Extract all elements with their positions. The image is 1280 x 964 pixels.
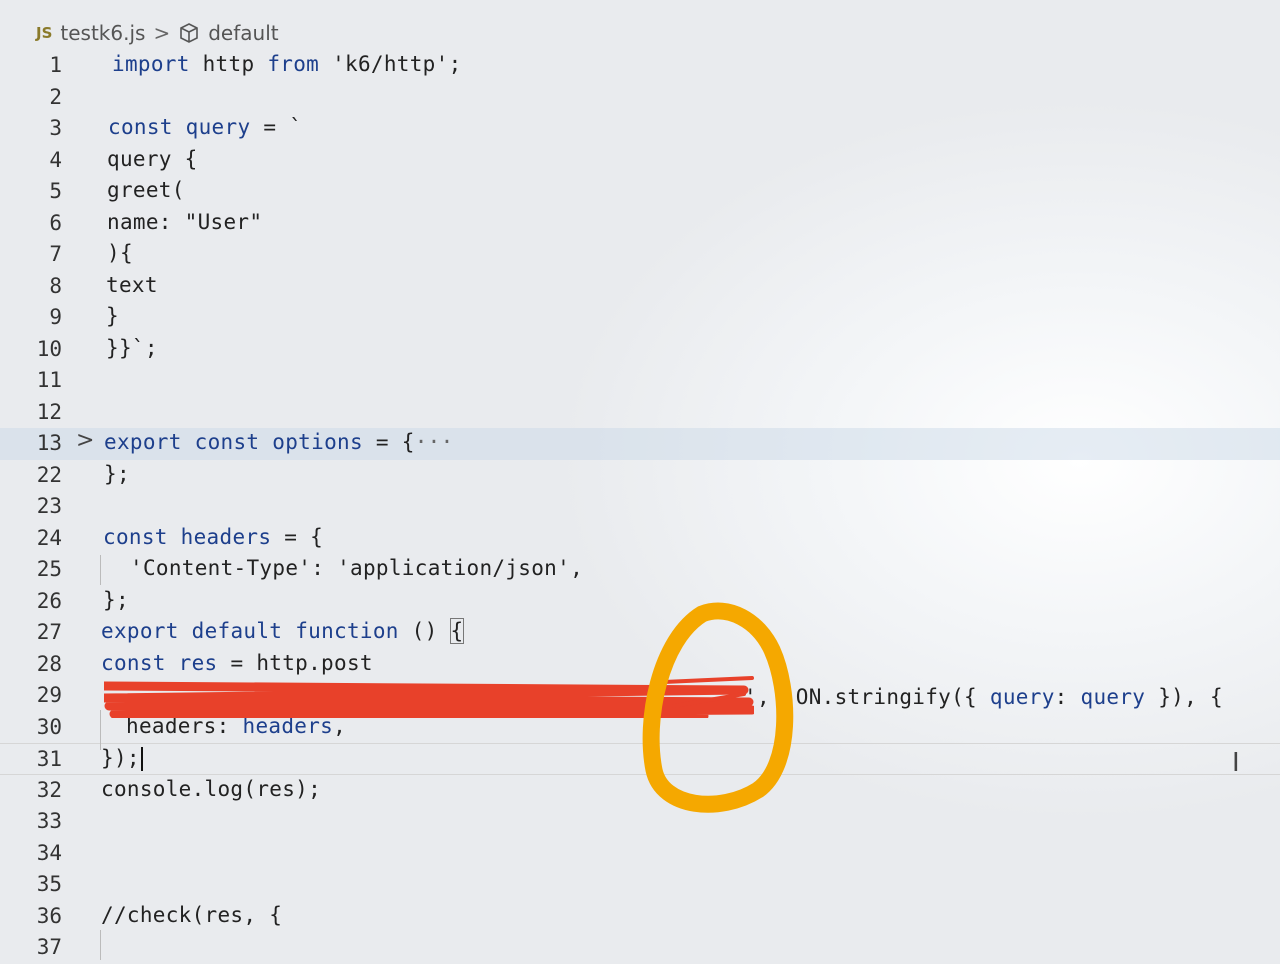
line-number: 9	[49, 305, 62, 329]
breadcrumb-file-name[interactable]: testk6.js	[60, 21, 145, 45]
line-number: 7	[49, 242, 62, 266]
breadcrumb-separator: >	[153, 21, 171, 45]
line-number: 27	[36, 620, 62, 644]
line-number: 8	[49, 273, 62, 298]
line-text: const res = http.post	[101, 650, 373, 675]
line-number: 24	[36, 525, 62, 550]
line-number: 35	[36, 872, 62, 896]
line-text: name: "User"	[107, 209, 263, 234]
code-line[interactable]: 27 export default function () {	[0, 617, 1280, 649]
line-text: });	[101, 746, 143, 771]
line-text-content: });	[101, 746, 140, 770]
line-text: const query = `	[108, 115, 303, 139]
line-text: }	[106, 304, 119, 328]
code-line[interactable]: 8 text	[0, 271, 1280, 303]
code-line[interactable]: 11	[0, 365, 1280, 397]
line-number: 37	[36, 935, 62, 959]
line-text: };	[103, 587, 129, 612]
code-line[interactable]: 7 ){	[0, 239, 1280, 271]
line-number: 12	[36, 399, 62, 424]
code-line[interactable]: 35	[0, 869, 1280, 901]
line-number: 31	[36, 747, 62, 771]
indent-guide	[100, 555, 101, 585]
line-text: console.log(res);	[101, 776, 322, 801]
line-number: 11	[36, 368, 62, 392]
line-number: 29	[36, 683, 62, 707]
cube-icon	[178, 22, 200, 44]
line-number: 22	[36, 462, 62, 487]
line-text: export const options = {···	[104, 430, 454, 454]
code-line[interactable]: 25 'Content-Type': 'application/json',	[0, 554, 1280, 586]
line-text: //check(res, {	[101, 902, 283, 927]
line-number: 10	[36, 336, 62, 361]
fold-chevron-icon[interactable]: >	[76, 428, 94, 453]
line-number: 6	[49, 210, 62, 235]
line-number: 3	[49, 116, 62, 140]
code-line[interactable]: 32 console.log(res);	[0, 775, 1280, 807]
indent-guide	[100, 930, 101, 960]
code-line[interactable]: 10 }}`;	[0, 334, 1280, 366]
code-line[interactable]: 1 import http from 'k6/http';	[0, 50, 1280, 82]
code-line[interactable]: 2	[0, 82, 1280, 114]
code-line[interactable]: 23	[0, 491, 1280, 523]
javascript-file-icon: JS	[36, 24, 53, 42]
mouse-ibeam-cursor-icon: I	[1232, 748, 1240, 778]
line-number: 13	[36, 431, 62, 455]
indent-guide	[100, 710, 101, 750]
line-number: 28	[36, 651, 62, 676]
line-text: import http from 'k6/http';	[112, 52, 462, 76]
code-line[interactable]: 22 };	[0, 460, 1280, 492]
code-line[interactable]: 6 name: "User"	[0, 208, 1280, 240]
code-line[interactable]: 24 const headers = {	[0, 523, 1280, 555]
code-line[interactable]: 3 const query = `	[0, 113, 1280, 145]
line-number: 36	[36, 903, 62, 928]
line-text: headers: headers,	[126, 713, 347, 738]
code-line-current[interactable]: 31 });	[0, 743, 1280, 775]
code-line[interactable]: 12	[0, 397, 1280, 429]
code-line[interactable]: 30 headers: headers,	[0, 712, 1280, 744]
line-text: text	[106, 272, 158, 297]
code-line[interactable]: 9 }	[0, 302, 1280, 334]
code-line[interactable]: 36 //check(res, {	[0, 901, 1280, 933]
line-number: 23	[36, 494, 62, 518]
code-line[interactable]: 33	[0, 806, 1280, 838]
line-text: };	[104, 461, 130, 486]
line-number: 33	[36, 809, 62, 833]
line-number: 26	[36, 588, 62, 613]
line-text: query {	[107, 146, 198, 171]
line-number: 1	[49, 53, 62, 77]
breadcrumb-symbol-name[interactable]: default	[208, 21, 278, 45]
code-line[interactable]: 28 const res = http.post	[0, 649, 1280, 681]
line-number: 2	[49, 84, 62, 109]
line-number: 30	[36, 714, 62, 739]
line-number: 34	[36, 840, 62, 865]
line-number: 5	[49, 179, 62, 203]
code-line[interactable]: 34	[0, 838, 1280, 870]
line-text: 'Content-Type': 'application/json',	[130, 556, 584, 580]
line-number: 25	[36, 557, 62, 581]
line-text: }}`;	[106, 335, 158, 360]
code-line[interactable]: 37	[0, 932, 1280, 964]
code-editor[interactable]: 1 import http from 'k6/http'; 2 3 const …	[0, 50, 1280, 964]
line-text: greet(	[107, 178, 185, 202]
code-line-folded[interactable]: 13 > export const options = {···	[0, 428, 1280, 460]
breadcrumb: JS testk6.js > default	[36, 18, 279, 48]
line-number: 4	[49, 147, 62, 172]
code-line[interactable]: 4 query {	[0, 145, 1280, 177]
line-text: ){	[107, 241, 133, 265]
line-text: export default function () {	[101, 618, 465, 644]
line-text: ', ON.stringify({ query: query }), {	[744, 685, 1223, 709]
line-number: 32	[36, 777, 62, 802]
code-line[interactable]: 29 ', ON.stringify({ query: query }), {	[0, 680, 1280, 712]
line-text: const headers = {	[103, 524, 324, 549]
code-line[interactable]: 26 };	[0, 586, 1280, 618]
code-line[interactable]: 5 greet(	[0, 176, 1280, 208]
text-cursor	[140, 747, 143, 771]
